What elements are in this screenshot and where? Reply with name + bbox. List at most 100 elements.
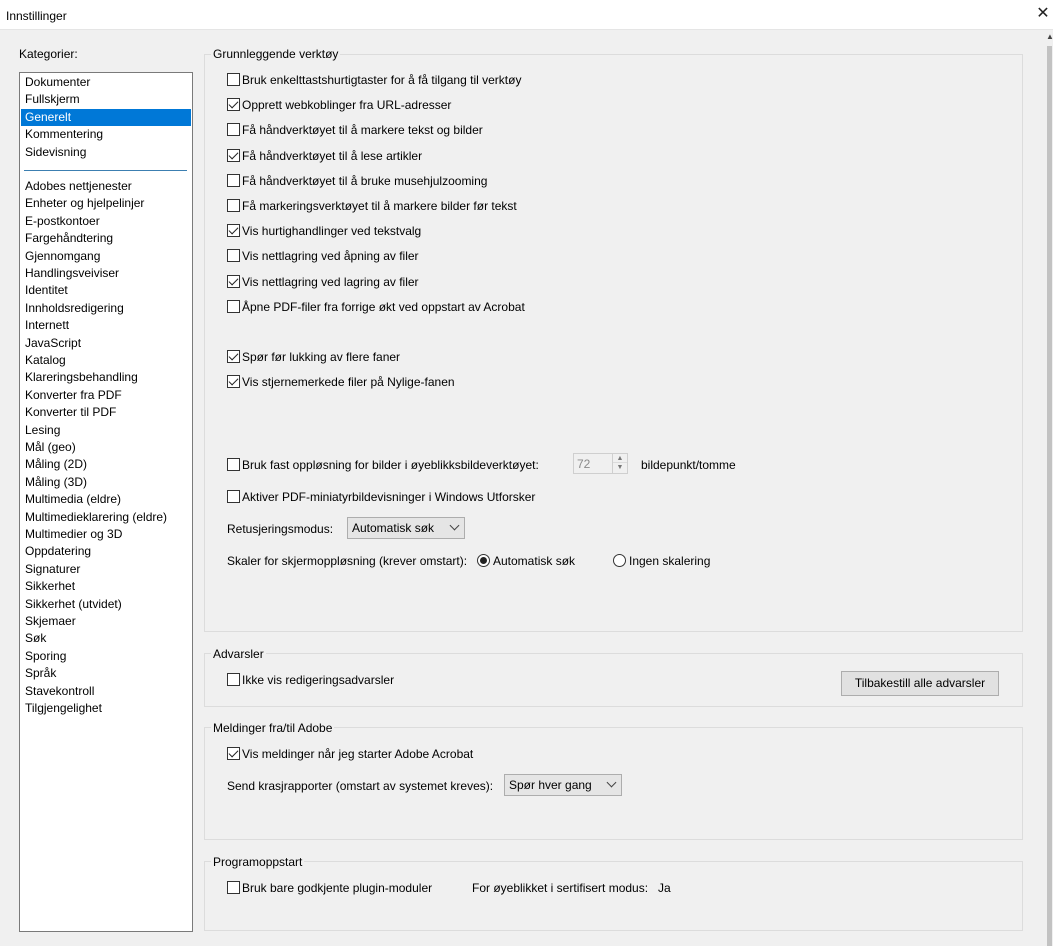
retouch-select[interactable]: Automatisk søk [347, 517, 465, 539]
vertical-scrollbar[interactable]: ▲ [1046, 30, 1053, 946]
category-item-lesing[interactable]: Lesing [21, 422, 191, 439]
category-item-sprak[interactable]: Språk [21, 665, 191, 682]
option-checkbox[interactable] [227, 249, 240, 263]
category-item-dokumenter[interactable]: Dokumenter [21, 74, 191, 91]
option-label: Spør før lukking av flere faner [242, 350, 401, 364]
option-label: Opprett webkoblinger fra URL-adresser [242, 98, 452, 113]
category-item-multimedieklarering-eldre[interactable]: Multimedieklarering (eldre) [21, 509, 191, 526]
option-checkbox[interactable] [227, 299, 240, 313]
chevron-down-icon [449, 520, 460, 531]
option-label: Få markeringsverktøyet til å markere bil… [242, 199, 517, 213]
close-icon[interactable]: ✕ [1033, 2, 1053, 26]
option-label: Få håndverktøyet til å markere tekst og … [242, 123, 483, 138]
category-item-konverter-til-pdf[interactable]: Konverter til PDF [21, 404, 191, 421]
spin-up-icon[interactable]: ▲ [613, 454, 627, 463]
category-item-stavekontroll[interactable]: Stavekontroll [21, 683, 191, 700]
category-item-innholdsredigering[interactable]: Innholdsredigering [21, 300, 191, 317]
show-messages-label: Vis meldinger når jeg starter Adobe Acro… [242, 747, 474, 761]
reset-warnings-button[interactable]: Tilbakestill alle advarsler [841, 671, 999, 696]
category-item-fargehandtering[interactable]: Fargehåndtering [21, 230, 191, 247]
category-item-generelt[interactable]: Generelt [21, 108, 191, 126]
category-item-fullskjerm[interactable]: Fullskjerm [21, 91, 191, 108]
crash-reports-label: Send krasjrapporter (omstart av systemet… [227, 779, 494, 793]
category-item-maling-2d[interactable]: Måling (2D) [21, 456, 191, 473]
basic-tools-group [204, 54, 1023, 632]
startup-title: Programoppstart [211, 855, 305, 869]
spin-down-icon[interactable]: ▼ [613, 463, 627, 472]
option-label: Få håndverktøyet til å lese artikler [242, 148, 423, 163]
category-item-konverter-fra-pdf[interactable]: Konverter fra PDF [21, 387, 191, 404]
thumbnails-label: Aktiver PDF-miniatyrbildevisninger i Win… [242, 490, 536, 504]
category-item-katalog[interactable]: Katalog [21, 352, 191, 369]
category-item-identitet[interactable]: Identitet [21, 282, 191, 299]
option-checkbox[interactable] [227, 148, 240, 162]
retouch-label: Retusjeringsmodus: [227, 522, 334, 536]
category-item-gjennomgang[interactable]: Gjennomgang [21, 248, 191, 265]
title-bar: Innstillinger ✕ [0, 0, 1053, 30]
category-item-multimedier-og-3d[interactable]: Multimedier og 3D [21, 526, 191, 543]
categories-list[interactable]: Dokumenter Fullskjerm Generelt Kommentering… [19, 72, 193, 932]
scale-auto-label: Automatisk søk [493, 554, 576, 568]
option-checkbox[interactable] [227, 375, 240, 389]
category-item-sikkerhet-utvidet[interactable]: Sikkerhet (utvidet) [21, 596, 191, 613]
option-checkbox[interactable] [227, 350, 240, 363]
category-item-maling-3d[interactable]: Måling (3D) [21, 474, 191, 491]
thumbnails-checkbox[interactable] [227, 490, 240, 503]
crash-reports-select[interactable]: Spør hver gang [504, 774, 622, 796]
category-item-s-k[interactable]: Søk [21, 630, 191, 647]
resolution-value: 72 [577, 457, 591, 471]
messages-title: Meldinger fra/til Adobe [211, 721, 335, 735]
approved-plugins-checkbox[interactable] [227, 881, 240, 894]
category-item-skjemaer[interactable]: Skjemaer [21, 613, 191, 630]
certified-mode-value: Ja [658, 881, 671, 895]
category-item-multimedia-eldre[interactable]: Multimedia (eldre) [21, 491, 191, 508]
categories-label: Kategorier: [19, 47, 78, 61]
category-item-internett[interactable]: Internett [21, 317, 191, 334]
option-label: Åpne PDF-filer fra forrige økt ved oppst… [242, 299, 525, 314]
no-edit-warnings-label: Ikke vis redigeringsadvarsler [242, 673, 395, 687]
category-item-handlingsveiviser[interactable]: Handlingsveiviser [21, 265, 191, 282]
no-edit-warnings-checkbox[interactable] [227, 673, 240, 686]
warnings-title: Advarsler [211, 647, 266, 661]
scale-auto-radio[interactable] [477, 554, 490, 567]
resolution-spinner[interactable]: 72 ▲ ▼ [573, 453, 628, 474]
category-item-sidevisning[interactable]: Sidevisning [21, 144, 191, 161]
category-item-enheter-og-hjelpelinjer[interactable]: Enheter og hjelpelinjer [21, 195, 191, 212]
scale-none-label: Ingen skalering [629, 554, 711, 568]
option-checkbox[interactable] [227, 123, 240, 137]
scrollbar-thumb[interactable] [1047, 46, 1052, 946]
category-item-mal-geo[interactable]: Mål (geo) [21, 439, 191, 456]
option-label: Bruk enkelttastshurtigtaster for å få ti… [242, 73, 522, 87]
category-item-sikkerhet[interactable]: Sikkerhet [21, 578, 191, 595]
scroll-up-icon[interactable]: ▲ [1046, 32, 1053, 41]
scale-none-radio[interactable] [613, 554, 626, 567]
retouch-value: Automatisk søk [352, 521, 435, 535]
category-item-e-postkontoer[interactable]: E-postkontoer [21, 213, 191, 230]
scale-label: Skaler for skjermoppløsning (krever omst… [227, 554, 468, 568]
show-messages-checkbox[interactable] [227, 747, 240, 760]
chevron-down-icon [606, 777, 617, 788]
category-item-klareringsbehandling[interactable]: Klareringsbehandling [21, 369, 191, 386]
categories-separator [24, 170, 187, 171]
option-checkbox[interactable] [227, 173, 240, 187]
fixed-resolution-checkbox[interactable] [227, 458, 240, 471]
category-item-javascript[interactable]: JavaScript [21, 335, 191, 352]
approved-plugins-label: Bruk bare godkjente plugin-moduler [242, 881, 433, 895]
option-label: Vis nettlagring ved lagring av filer [242, 274, 419, 289]
option-checkbox[interactable] [227, 274, 240, 288]
category-item-adobes-nettjenester[interactable]: Adobes nettjenester [21, 178, 191, 195]
category-item-oppdatering[interactable]: Oppdatering [21, 543, 191, 560]
category-item-signaturer[interactable]: Signaturer [21, 561, 191, 578]
option-label: Vis nettlagring ved åpning av filer [242, 249, 419, 264]
option-checkbox[interactable] [227, 73, 240, 86]
category-item-kommentering[interactable]: Kommentering [21, 126, 191, 143]
option-checkbox[interactable] [227, 98, 240, 112]
category-item-tilgjengelighet[interactable]: Tilgjengelighet [21, 700, 191, 717]
option-checkbox[interactable] [227, 224, 240, 238]
window-title: Innstillinger [6, 9, 67, 23]
certified-mode-label: For øyeblikket i sertifisert modus: [472, 881, 649, 895]
option-label: Vis hurtighandlinger ved tekstvalg [242, 224, 422, 239]
basic-tools-title: Grunnleggende verktøy [211, 47, 341, 61]
category-item-sporing[interactable]: Sporing [21, 648, 191, 665]
option-checkbox[interactable] [227, 199, 240, 212]
